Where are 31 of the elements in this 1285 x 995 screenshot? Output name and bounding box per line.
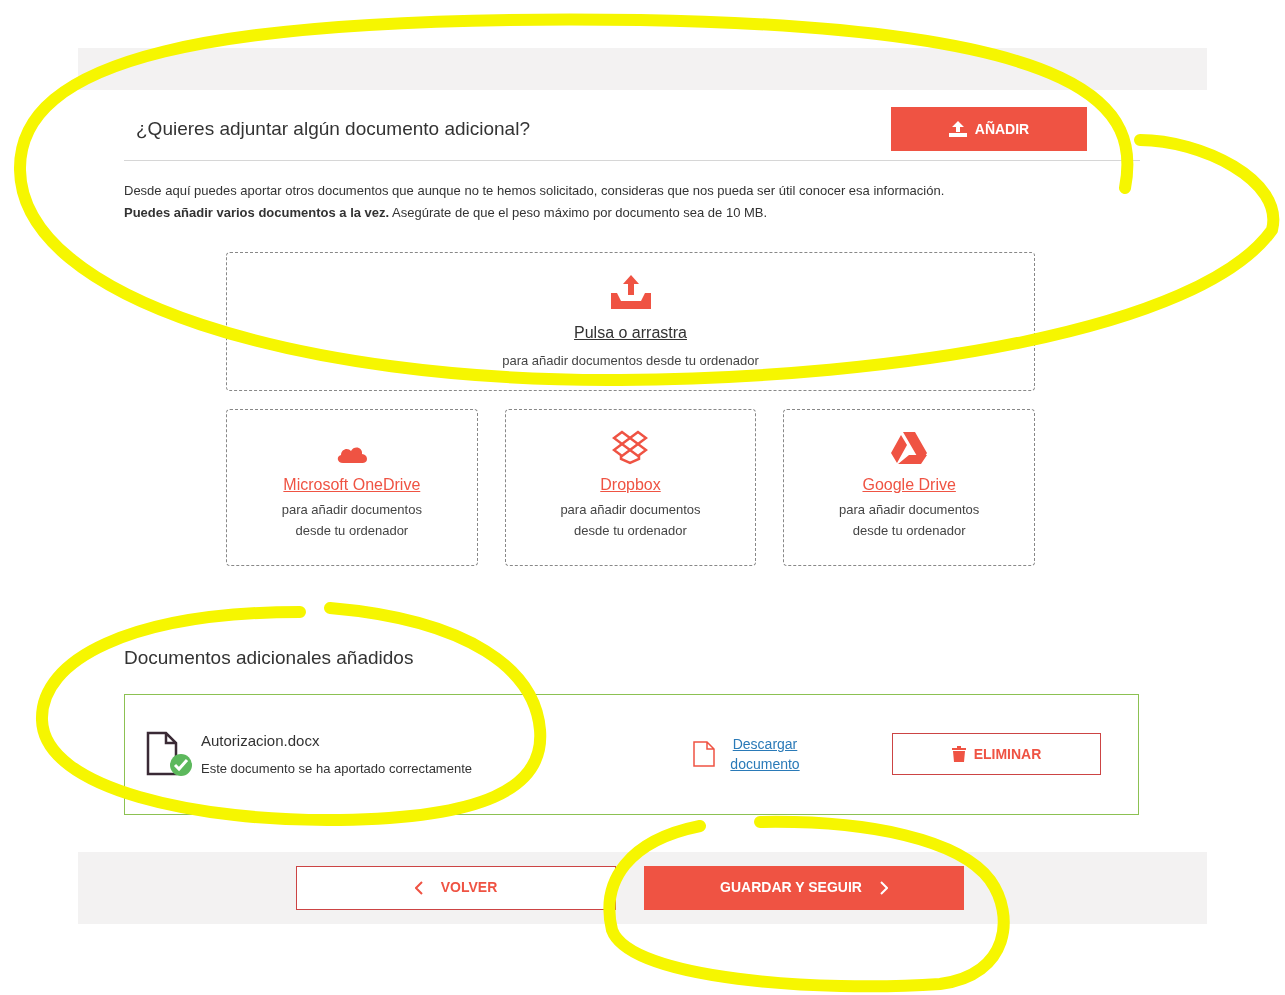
- delete-button[interactable]: ELIMINAR: [892, 733, 1101, 775]
- file-name: Autorizacion.docx: [201, 731, 321, 751]
- provider-card[interactable]: Microsoft OneDrive para añadir documentos desde tu ordenador: [226, 409, 478, 566]
- provider-hint: para añadir documentos desde tu ordenador: [838, 501, 981, 540]
- description-text: Puedes añadir varios documentos a la vez. Asegúrate de que el peso máximo por documento sea de 10 MB.: [124, 204, 769, 222]
- chevron-left-icon: [414, 880, 423, 895]
- box-icon: [612, 429, 649, 465]
- provider-card[interactable]: Google Drive para añadir documentos desde tu ordenador: [783, 409, 1035, 566]
- add-button[interactable]: AÑADIR: [891, 107, 1087, 151]
- upload-hint: para añadir documentos desde tu ordenador: [502, 352, 759, 370]
- provider-link[interactable]: Dropbox: [600, 473, 661, 497]
- upload-link[interactable]: Pulsa o arrastra: [574, 321, 687, 345]
- document-icon: [693, 741, 715, 767]
- download-link[interactable]: Descargar documento: [719, 734, 811, 774]
- added-title: Documentos adicionales añadidos: [124, 646, 415, 670]
- provider-hint: para añadir documentos desde tu ordenador: [559, 501, 702, 540]
- section-title: ¿Quieres adjuntar algún documento adicional?: [136, 116, 530, 141]
- file-status: Este documento se ha aportado correctamente: [201, 759, 472, 778]
- description-text: Desde aquí puedes aportar otros documentos que aunque no te hemos solicitado, consideras que nos pueda ser útil conocer esa información.: [124, 182, 946, 200]
- upload-tray-icon: [610, 275, 651, 309]
- trash-icon: [951, 746, 966, 762]
- provider-link[interactable]: Microsoft OneDrive: [283, 473, 421, 497]
- provider-card[interactable]: Dropbox para añadir documentos desde tu ordenador: [504, 409, 757, 566]
- back-button[interactable]: VOLVER: [296, 865, 616, 910]
- provider-hint: para añadir documentos desde tu ordenador: [280, 501, 423, 540]
- provider-link[interactable]: Google Drive: [862, 473, 956, 497]
- save-continue-button[interactable]: GUARDAR Y SEGUIR: [644, 865, 964, 910]
- chevron-right-icon: [879, 880, 888, 895]
- upload-icon: [948, 121, 967, 137]
- drop-zone[interactable]: Pulsa o arrastra para añadir documentos desde tu ordenador: [226, 252, 1035, 391]
- triangle-icon: [890, 431, 929, 465]
